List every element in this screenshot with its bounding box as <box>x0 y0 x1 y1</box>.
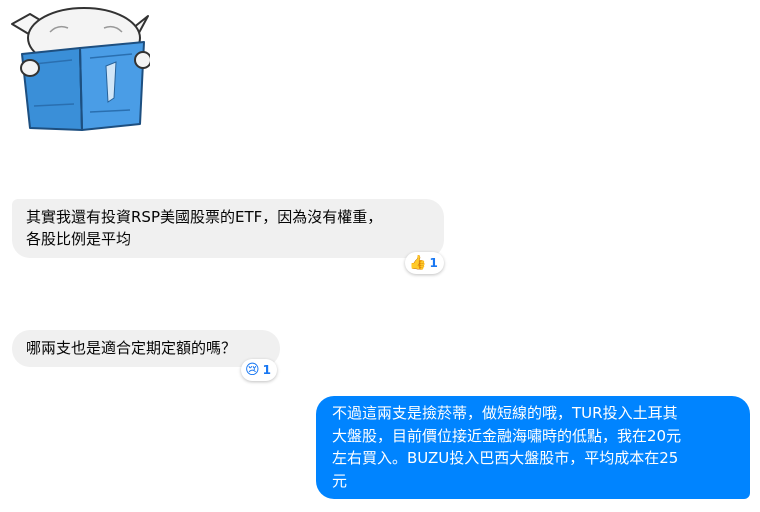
thumbs-up-icon: 👍 <box>409 255 427 271</box>
reaction-count: 1 <box>429 256 438 270</box>
message-reaction[interactable]: 😢 1 <box>241 359 277 381</box>
sad-face-icon: 😢 <box>245 362 260 378</box>
message-bubble-incoming[interactable]: 哪兩支也是適合定期定額的嗎？ <box>12 330 280 367</box>
creature-reading-book-sticker <box>10 2 152 134</box>
reaction-count: 1 <box>262 363 271 377</box>
message-reaction[interactable]: 👍 1 <box>405 252 444 274</box>
message-bubble-outgoing[interactable]: 不過這兩支是撿菸蒂，做短線的哦，TUR投入土耳其 大盤股，目前價位接近金融海嘯時… <box>316 396 750 499</box>
message-bubble-incoming[interactable]: 其實我還有投資RSP美國股票的ETF，因為沒有權重， 各股比例是平均 <box>12 199 444 258</box>
